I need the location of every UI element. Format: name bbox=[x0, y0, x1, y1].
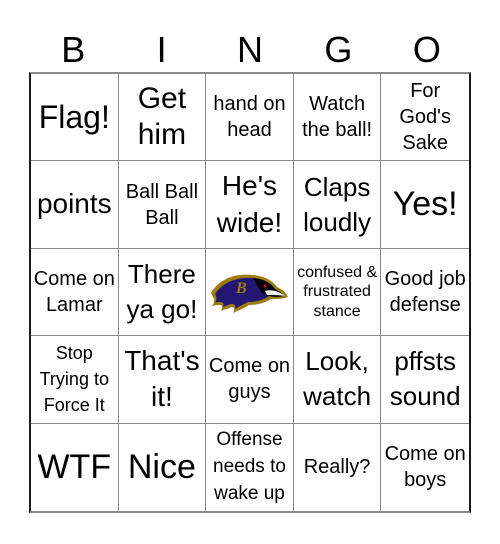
bingo-cell[interactable]: Yes! bbox=[381, 161, 469, 249]
bingo-grid: Flag! Get him hand on head Watch the bal… bbox=[29, 72, 471, 513]
header-letter-o: O bbox=[412, 29, 441, 70]
bingo-cell[interactable]: Offense needs to wake up bbox=[206, 423, 294, 511]
bingo-cell[interactable]: Come on guys bbox=[206, 336, 294, 424]
bingo-cell[interactable]: Flag! bbox=[31, 74, 119, 162]
bingo-cell[interactable]: Claps loudly bbox=[293, 161, 382, 249]
ravens-logo-icon: B bbox=[209, 269, 289, 315]
bingo-cell[interactable]: Ball Ball Ball bbox=[118, 161, 207, 249]
bingo-cell[interactable]: There ya go! bbox=[118, 248, 207, 337]
bingo-cell[interactable]: Nice bbox=[119, 423, 207, 511]
bingo-cell[interactable]: Come on boys bbox=[381, 424, 469, 511]
header-letter-n: N bbox=[237, 29, 264, 70]
bingo-cell[interactable]: Come on Lamar bbox=[31, 248, 119, 337]
bingo-cell[interactable]: Watch the ball! bbox=[293, 74, 382, 162]
bingo-header: B I N G O bbox=[29, 27, 471, 73]
bingo-cell[interactable]: He's wide! bbox=[206, 161, 294, 249]
bingo-cell[interactable]: For God's Sake bbox=[381, 74, 469, 162]
bingo-cell[interactable]: confused & frustrated stance bbox=[293, 248, 382, 337]
bingo-cell[interactable]: pffsts sound bbox=[381, 336, 469, 424]
free-space-cell[interactable]: B bbox=[206, 248, 294, 337]
header-letter-i: I bbox=[156, 29, 167, 70]
bingo-cell[interactable]: Look, watch bbox=[293, 336, 382, 424]
bingo-cell[interactable]: WTF bbox=[31, 423, 119, 511]
bingo-cell[interactable]: hand on head bbox=[206, 74, 294, 162]
bingo-cell[interactable]: Good job defense bbox=[381, 249, 469, 337]
bingo-cell[interactable]: points bbox=[31, 161, 119, 249]
header-letter-b: B bbox=[61, 29, 86, 70]
bingo-cell[interactable]: Really? bbox=[294, 423, 382, 511]
bingo-cell[interactable]: Get him bbox=[118, 74, 207, 162]
svg-text:B: B bbox=[235, 280, 247, 297]
header-letter-g: G bbox=[324, 29, 353, 70]
bingo-cell[interactable]: Stop Trying to Force It bbox=[31, 336, 119, 424]
bingo-cell[interactable]: That's it! bbox=[118, 336, 207, 424]
